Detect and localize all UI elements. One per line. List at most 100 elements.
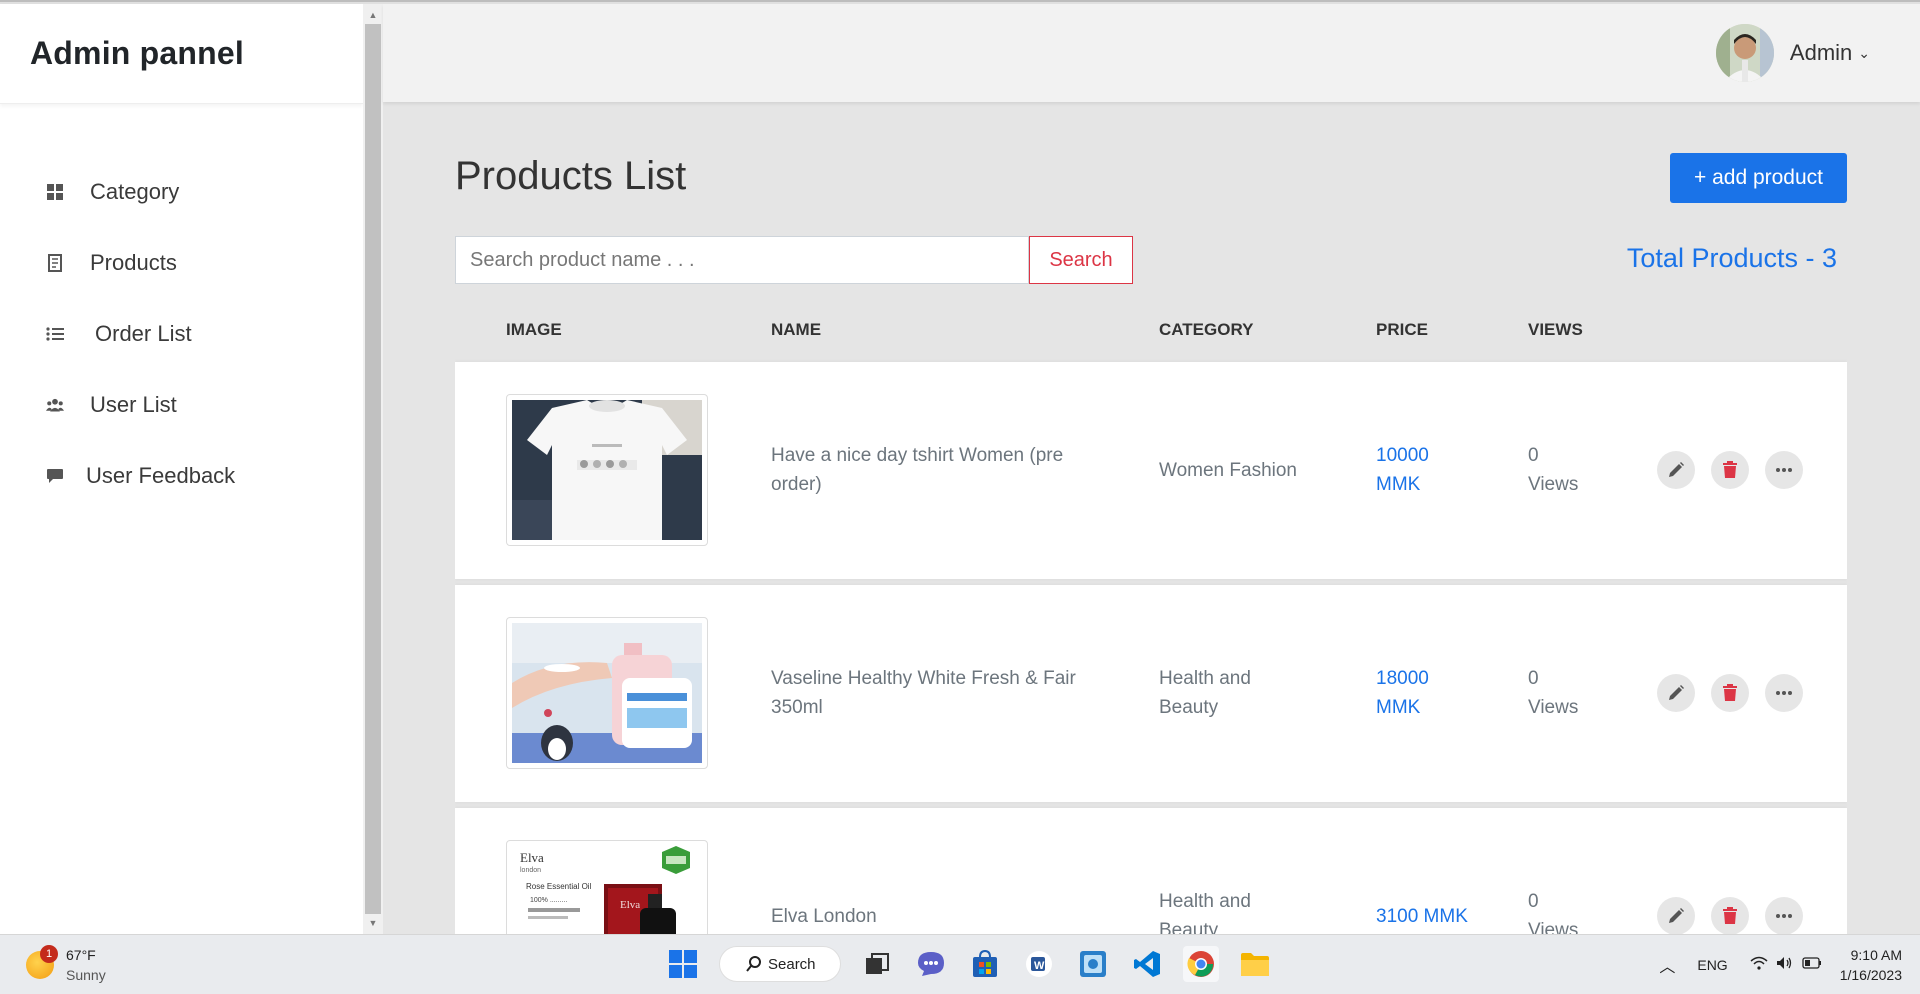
pencil-icon [1669, 908, 1684, 923]
chat-icon[interactable] [913, 946, 949, 982]
edit-button[interactable] [1657, 674, 1695, 712]
topbar: Admin ⌄ [383, 4, 1920, 102]
more-button[interactable] [1765, 897, 1803, 934]
brand-title: Admin pannel [30, 35, 244, 71]
sun-icon: 1 [26, 945, 58, 979]
app-icon[interactable] [1075, 946, 1111, 982]
user-name: Admin [1789, 40, 1853, 65]
product-category: Health and Beauty [1159, 668, 1251, 718]
delete-button[interactable] [1711, 451, 1749, 489]
vscode-icon[interactable] [1129, 946, 1165, 982]
users-icon [46, 396, 64, 414]
user-menu[interactable]: Admin ⌄ [1715, 24, 1870, 82]
image-sub-text: london [520, 867, 541, 874]
pencil-icon [1669, 462, 1684, 477]
trash-icon [1723, 907, 1737, 924]
store-icon[interactable] [967, 946, 1003, 982]
product-views: 0 Views [1528, 668, 1579, 718]
search-input[interactable] [455, 236, 1029, 284]
row-actions [1657, 451, 1819, 489]
brand: Admin pannel [0, 4, 363, 104]
row-actions [1657, 897, 1819, 934]
edit-button[interactable] [1657, 897, 1695, 934]
chevron-down-icon: ⌄ [1858, 44, 1870, 61]
column-header-image: IMAGE [506, 320, 562, 339]
edit-button[interactable] [1657, 451, 1695, 489]
table-row: Elva london Rose Essential Oil 100% ....… [455, 808, 1847, 934]
sidebar-item-user-feedback[interactable]: User Feedback [0, 440, 363, 511]
product-price: 10000 MMK [1376, 445, 1429, 495]
chevron-up-icon[interactable]: ︿ [1659, 953, 1675, 977]
total-products: Total Products - 3 [1626, 243, 1837, 273]
scrollbar-thumb[interactable] [365, 24, 381, 914]
product-name: Have a nice day tshirt Women (pre order) [771, 445, 1064, 495]
sidebar-scrollbar[interactable]: ▲ ▼ [363, 4, 383, 934]
grid-icon [46, 183, 64, 201]
delete-button[interactable] [1711, 674, 1749, 712]
product-category: Women Fashion [1159, 460, 1297, 481]
receipt-icon [46, 253, 64, 272]
avatar [1715, 24, 1774, 82]
trash-icon [1723, 461, 1737, 478]
trash-icon [1723, 684, 1737, 701]
language-indicator[interactable]: ENG [1697, 957, 1727, 973]
windows-start-icon[interactable] [665, 946, 701, 982]
sidebar-item-order-list[interactable]: Order List [0, 298, 363, 369]
product-views: 0 Views [1528, 891, 1579, 934]
taskbar-search[interactable]: Search [719, 946, 841, 982]
sidebar-nav: Category Products Order List User List U… [0, 156, 363, 511]
column-header-category: CATEGORY [1159, 320, 1254, 339]
image-product-text: Rose Essential Oil [526, 882, 592, 891]
volume-icon[interactable] [1776, 956, 1794, 975]
main-content: Products List + add product Search Total… [455, 102, 1847, 934]
task-view-icon[interactable] [859, 946, 895, 982]
table-header: IMAGE NAME CATEGORY PRICE VIEWS [455, 316, 1847, 350]
chrome-icon[interactable] [1183, 946, 1219, 982]
tshirt-image [512, 400, 702, 540]
wifi-icon[interactable] [1750, 956, 1768, 975]
row-actions [1657, 674, 1819, 712]
sidebar-item-category[interactable]: Category [0, 156, 363, 227]
sidebar-item-label: Category [90, 178, 180, 204]
table-row: Have a nice day tshirt Women (pre order)… [455, 362, 1847, 579]
sidebar: Admin pannel Category Products Order Lis… [0, 4, 363, 934]
search-button[interactable]: Search [1029, 236, 1133, 284]
more-button[interactable] [1765, 451, 1803, 489]
delete-button[interactable] [1711, 897, 1749, 934]
clock-date: 1/16/2023 [1839, 967, 1902, 983]
table-row: Vaseline Healthy White Fresh & Fair 350m… [455, 585, 1847, 802]
product-name: Elva London [771, 906, 877, 927]
sidebar-item-label: Products [90, 249, 177, 275]
battery-icon[interactable] [1802, 956, 1822, 974]
sidebar-item-user-list[interactable]: User List [0, 369, 363, 440]
sidebar-item-label: Order List [95, 320, 192, 346]
add-product-button[interactable]: + add product [1670, 153, 1847, 203]
product-name: Vaseline Healthy White Fresh & Fair 350m… [771, 668, 1076, 718]
oil-image: Elva london Rose Essential Oil 100% ....… [512, 846, 702, 934]
list-icon [46, 325, 64, 343]
taskbar-apps: Search W [656, 946, 1282, 982]
page-title: Products List [455, 154, 687, 198]
scroll-up-arrow-icon[interactable]: ▲ [363, 6, 383, 24]
weather-condition: Sunny [66, 967, 106, 983]
product-thumbnail: Elva london Rose Essential Oil 100% ....… [506, 840, 708, 934]
ellipsis-icon [1776, 691, 1792, 695]
product-category: Health and Beauty [1159, 891, 1251, 934]
scroll-down-arrow-icon[interactable]: ▼ [363, 914, 383, 932]
column-header-views: VIEWS [1528, 320, 1583, 339]
clock-time: 9:10 AM [1850, 947, 1902, 963]
word-icon[interactable]: W [1021, 946, 1057, 982]
sidebar-item-products[interactable]: Products [0, 227, 363, 298]
sidebar-item-label: User Feedback [86, 462, 236, 488]
file-explorer-icon[interactable] [1237, 946, 1273, 982]
svg-text:Elva: Elva [620, 899, 640, 911]
product-price: 3100 MMK [1376, 906, 1468, 927]
os-taskbar: 1 67°F Sunny Search W ︿ ENG 9:10 AM 1/16… [0, 934, 1920, 994]
system-tray: ︿ ENG 9:10 AM 1/16/2023 [1659, 935, 1920, 994]
product-views: 0 Views [1528, 445, 1579, 495]
more-button[interactable] [1765, 674, 1803, 712]
clock[interactable]: 9:10 AM 1/16/2023 [1840, 945, 1902, 985]
ellipsis-icon [1776, 468, 1792, 472]
weather-widget[interactable]: 1 67°F Sunny [26, 945, 106, 985]
column-header-name: NAME [771, 320, 822, 339]
